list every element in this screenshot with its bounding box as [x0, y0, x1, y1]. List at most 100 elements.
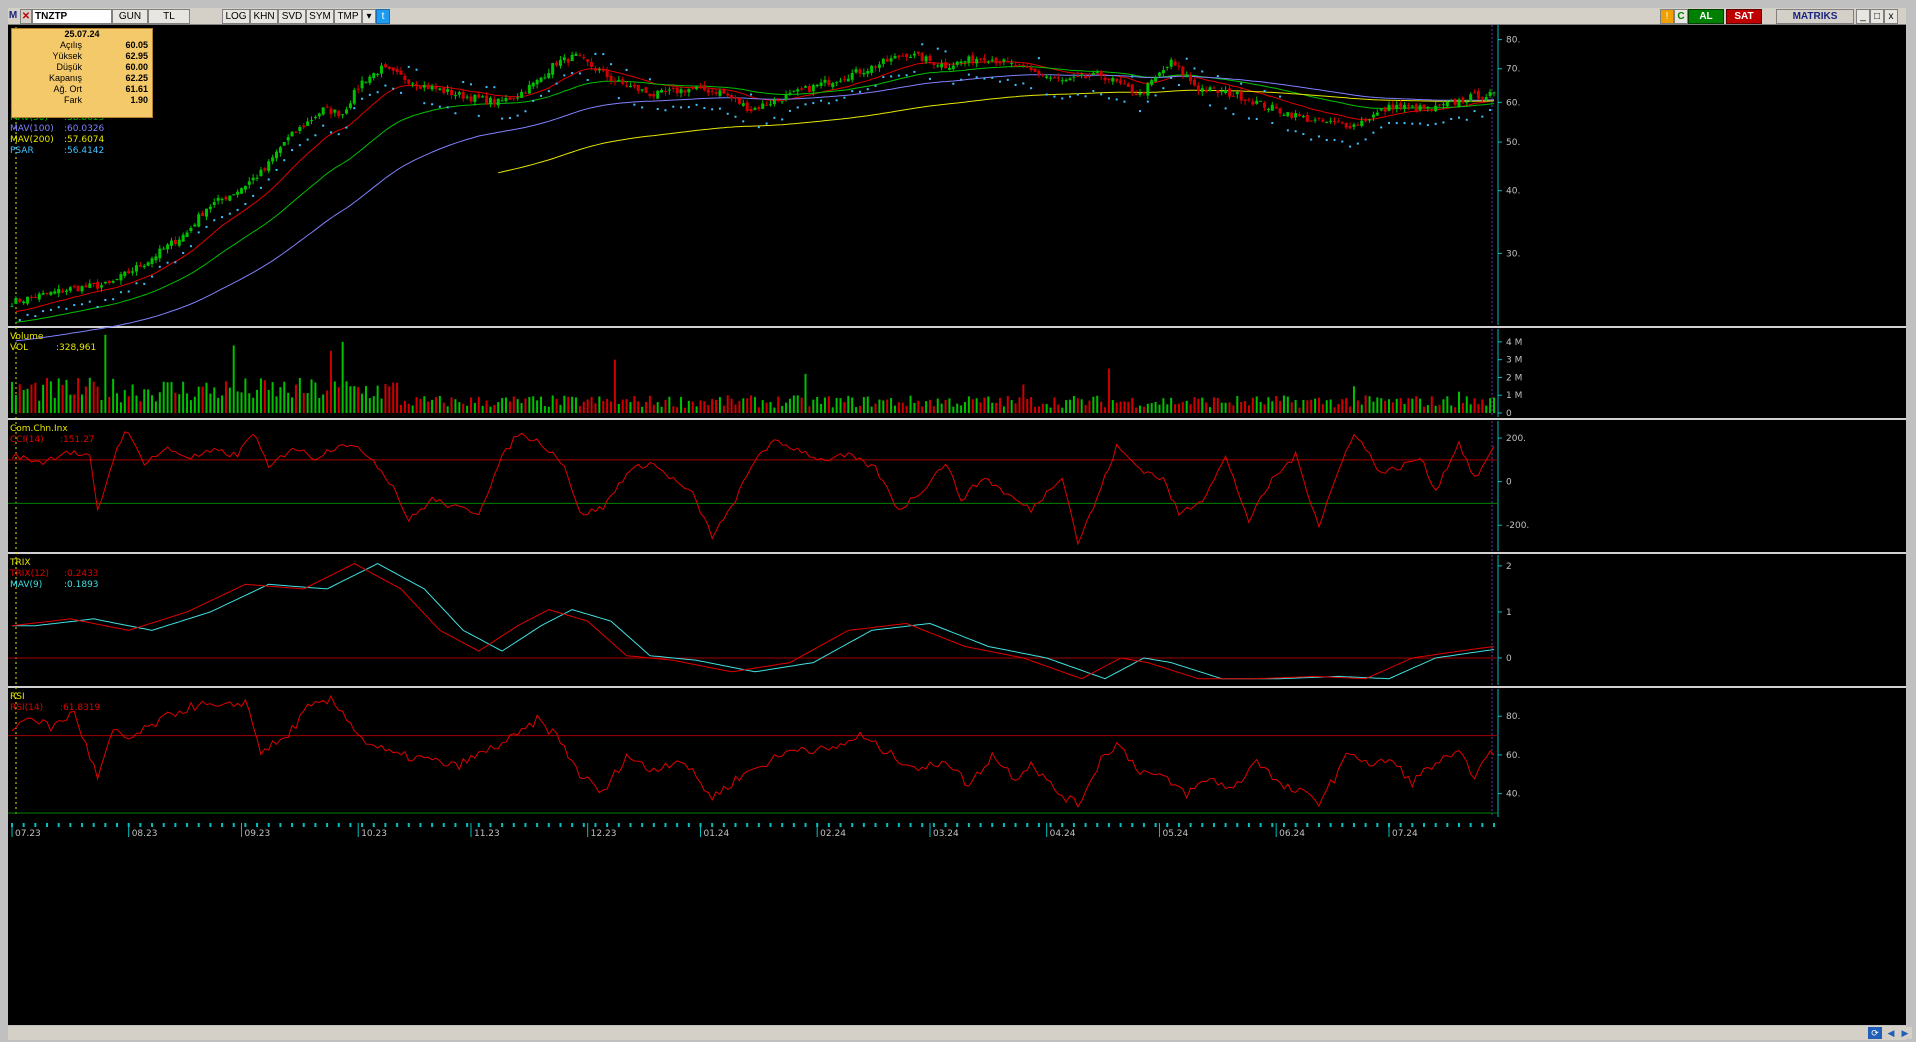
alert-icon[interactable]: !: [1660, 9, 1674, 24]
candle-body: [807, 85, 811, 92]
psar-dot: [228, 212, 231, 215]
psar-dot: [1419, 122, 1422, 125]
psar-dot: [1061, 97, 1064, 100]
volume-bar: [232, 345, 235, 413]
c-button[interactable]: C: [1674, 9, 1688, 24]
candle-body: [395, 68, 399, 72]
psar-dot: [143, 282, 146, 285]
buy-button[interactable]: AL: [1688, 9, 1724, 24]
volume-bar: [49, 381, 52, 413]
tmp-button[interactable]: TMP: [334, 9, 362, 24]
volume-bar: [765, 402, 768, 413]
volume-bar: [368, 398, 371, 413]
maximize-icon[interactable]: □: [1870, 9, 1884, 24]
candle-body: [1196, 85, 1200, 91]
close-icon[interactable]: ✕: [20, 9, 32, 24]
sym-button[interactable]: SYM: [306, 9, 334, 24]
candle-body: [516, 97, 520, 99]
candle-body: [1251, 101, 1255, 105]
volume-bar: [862, 397, 865, 413]
chart-area[interactable]: 30.40.50.60.70.80.MAV(20):58.9889MAV(50)…: [8, 25, 1906, 1025]
scroll-left-icon[interactable]: ◀: [1884, 1027, 1898, 1039]
volume-bar: [1294, 400, 1297, 413]
candle-body: [1348, 125, 1352, 129]
volume-bar: [995, 402, 998, 413]
volume-bar: [1259, 401, 1262, 413]
minimize-icon[interactable]: _: [1856, 9, 1870, 24]
candle-body: [792, 90, 796, 92]
psar-dot: [734, 115, 737, 118]
volume-bar: [855, 407, 858, 413]
volume-bar: [971, 399, 974, 413]
chart-svg[interactable]: 30.40.50.60.70.80.MAV(20):58.9889MAV(50)…: [8, 25, 1906, 1025]
volume-bar: [1267, 397, 1270, 413]
psar-dot: [999, 80, 1001, 83]
candle-body: [831, 83, 835, 88]
x-minor-tick: [641, 823, 644, 827]
volume-bar: [228, 387, 231, 413]
candle-body: [286, 137, 290, 141]
legend-name-2: MAV(100): [10, 124, 54, 134]
volume-bar: [528, 396, 531, 413]
x-minor-tick: [1107, 823, 1110, 827]
svd-button[interactable]: SVD: [278, 9, 306, 24]
close-window-icon[interactable]: x: [1884, 9, 1898, 24]
candle-body: [1138, 92, 1142, 95]
volume-bar: [298, 377, 301, 413]
candle-body: [403, 75, 407, 81]
trix-signal-name: MAV(9): [10, 580, 42, 590]
candle-body: [1169, 59, 1173, 67]
volume-bar: [189, 400, 192, 413]
volume-bar: [987, 396, 990, 413]
volume-bar: [691, 401, 694, 413]
period-button[interactable]: GUN: [112, 9, 148, 24]
y-tick-label-0-1: 40.: [1506, 187, 1520, 197]
psar-dot: [88, 300, 91, 303]
psar-dot: [1481, 115, 1484, 118]
x-minor-tick: [1061, 823, 1064, 827]
volume-bar: [567, 396, 570, 413]
candle-body: [1177, 65, 1181, 67]
candle-body: [469, 96, 473, 102]
info-row-avg: Ağ. Ort 61.61: [53, 84, 148, 94]
volume-bar: [999, 398, 1001, 413]
candle-body: [916, 51, 920, 54]
psar-dot: [1131, 75, 1134, 78]
volume-bar: [1247, 405, 1250, 413]
volume-bar: [963, 401, 966, 413]
refresh-icon[interactable]: ⟳: [1868, 1027, 1882, 1039]
x-tick-label-2: 09.23: [244, 829, 270, 839]
log-button[interactable]: LOG: [222, 9, 250, 24]
candle-body: [1445, 101, 1449, 107]
candle-body: [590, 62, 594, 67]
currency-button[interactable]: TL: [148, 9, 190, 24]
volume-bar: [711, 398, 714, 413]
candle-body: [1220, 91, 1224, 93]
psar-dot: [874, 84, 877, 87]
candle-body: [345, 109, 349, 114]
psar-dot: [921, 43, 924, 46]
volume-bar: [645, 401, 648, 413]
x-minor-tick: [1457, 823, 1460, 827]
candle-body: [998, 62, 1002, 64]
khn-button[interactable]: KHN: [250, 9, 278, 24]
symbol-input[interactable]: TNZTP: [32, 9, 112, 24]
candle-body: [1181, 66, 1185, 75]
psar-dot: [291, 149, 294, 152]
psar-dot: [578, 72, 581, 75]
candle-body: [1469, 94, 1473, 102]
candle-body: [1045, 76, 1049, 78]
psar-dot: [189, 245, 192, 248]
volume-bar: [676, 407, 679, 413]
psar-dot: [1442, 121, 1445, 124]
twitter-icon[interactable]: t: [376, 9, 390, 24]
dropdown-arrow-icon[interactable]: ▾: [362, 9, 376, 24]
volume-bar: [621, 399, 624, 413]
psar-dot: [571, 72, 574, 75]
candle-body: [671, 87, 675, 89]
volume-bar: [384, 384, 387, 413]
candle-body: [788, 92, 792, 94]
volume-bar: [1368, 396, 1371, 413]
scroll-right-icon[interactable]: ▶: [1898, 1027, 1912, 1039]
sell-button[interactable]: SAT: [1726, 9, 1762, 24]
